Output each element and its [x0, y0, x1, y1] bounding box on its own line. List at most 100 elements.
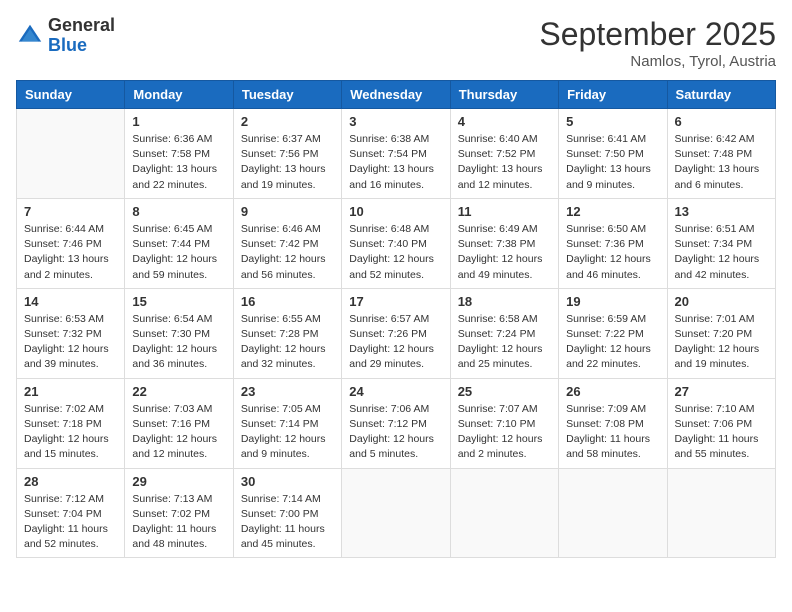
day-info-line: Sunrise: 6:55 AM: [241, 313, 321, 325]
day-info: Sunrise: 7:05 AMSunset: 7:14 PMDaylight:…: [241, 402, 334, 463]
day-info-line: Sunrise: 7:10 AM: [675, 403, 755, 415]
day-info-line: Daylight: 13 hours and 6 minutes.: [675, 163, 760, 190]
calendar-cell: 13Sunrise: 6:51 AMSunset: 7:34 PMDayligh…: [667, 198, 775, 288]
day-info-line: Sunrise: 6:44 AM: [24, 223, 104, 235]
day-info: Sunrise: 7:13 AMSunset: 7:02 PMDaylight:…: [132, 492, 225, 553]
calendar-cell: 2Sunrise: 6:37 AMSunset: 7:56 PMDaylight…: [233, 109, 341, 199]
day-info-line: Daylight: 12 hours and 22 minutes.: [566, 343, 651, 370]
day-info-line: Sunset: 7:36 PM: [566, 238, 644, 250]
title-block: September 2025 Namlos, Tyrol, Austria: [539, 16, 776, 70]
day-info-line: Sunset: 7:28 PM: [241, 328, 319, 340]
day-info: Sunrise: 6:59 AMSunset: 7:22 PMDaylight:…: [566, 312, 659, 373]
day-info-line: Daylight: 12 hours and 39 minutes.: [24, 343, 109, 370]
calendar-cell: 27Sunrise: 7:10 AMSunset: 7:06 PMDayligh…: [667, 378, 775, 468]
day-number: 20: [675, 294, 768, 309]
day-info-line: Daylight: 12 hours and 5 minutes.: [349, 433, 434, 460]
day-info-line: Daylight: 12 hours and 2 minutes.: [458, 433, 543, 460]
calendar-cell: 9Sunrise: 6:46 AMSunset: 7:42 PMDaylight…: [233, 198, 341, 288]
calendar-cell: 8 Sunrise: 6:45 AMSunset: 7:44 PMDaylight…: [125, 198, 233, 288]
day-info-line: Sunrise: 6:53 AM: [24, 313, 104, 325]
logo-text: General Blue: [48, 16, 115, 56]
day-info: Sunrise: 7:07 AMSunset: 7:10 PMDaylight:…: [458, 402, 551, 463]
day-number: 14: [24, 294, 117, 309]
day-info-line: Sunset: 7:20 PM: [675, 328, 753, 340]
day-info-line: Sunrise: 6:38 AM: [349, 133, 429, 145]
day-info-line: Sunrise: 6:49 AM: [458, 223, 538, 235]
column-header-tuesday: Tuesday: [233, 81, 341, 109]
day-info-line: Daylight: 13 hours and 12 minutes.: [458, 163, 543, 190]
calendar-week-row: 14Sunrise: 6:53 AMSunset: 7:32 PMDayligh…: [17, 288, 776, 378]
day-number: 28: [24, 474, 117, 489]
day-number: 25: [458, 384, 551, 399]
day-info-line: Sunrise: 6:45 AM: [132, 223, 212, 235]
day-info-line: Sunrise: 6:57 AM: [349, 313, 429, 325]
day-info-line: Daylight: 11 hours and 52 minutes.: [24, 523, 108, 550]
calendar-cell: [559, 468, 667, 558]
day-number: 4: [458, 114, 551, 129]
day-info-line: Sunrise: 7:06 AM: [349, 403, 429, 415]
calendar-cell: 29 Sunrise: 7:13 AMSunset: 7:02 PMDayligh…: [125, 468, 233, 558]
day-info-line: Sunrise: 7:07 AM: [458, 403, 538, 415]
day-number: 12: [566, 204, 659, 219]
day-info-line: Daylight: 12 hours and 15 minutes.: [24, 433, 109, 460]
calendar-cell: 5Sunrise: 6:41 AMSunset: 7:50 PMDaylight…: [559, 109, 667, 199]
day-info: Sunrise: 6:45 AMSunset: 7:44 PMDaylight:…: [132, 222, 225, 283]
day-info-line: Sunrise: 7:12 AM: [24, 493, 104, 505]
day-info-line: Daylight: 12 hours and 46 minutes.: [566, 253, 651, 280]
calendar-cell: 19Sunrise: 6:59 AMSunset: 7:22 PMDayligh…: [559, 288, 667, 378]
day-info: Sunrise: 6:46 AMSunset: 7:42 PMDaylight:…: [241, 222, 334, 283]
column-header-friday: Friday: [559, 81, 667, 109]
day-info-line: Sunset: 7:56 PM: [241, 148, 319, 160]
calendar-week-row: 21Sunrise: 7:02 AMSunset: 7:18 PMDayligh…: [17, 378, 776, 468]
day-number: 11: [458, 204, 551, 219]
column-header-wednesday: Wednesday: [342, 81, 450, 109]
day-info-line: Sunset: 7:40 PM: [349, 238, 427, 250]
location-text: Namlos, Tyrol, Austria: [539, 53, 776, 70]
day-info-line: Daylight: 12 hours and 59 minutes.: [132, 253, 217, 280]
day-number: 29: [132, 474, 225, 489]
day-info-line: Sunset: 7:18 PM: [24, 418, 102, 430]
day-info-line: Daylight: 12 hours and 49 minutes.: [458, 253, 543, 280]
day-info-line: Daylight: 12 hours and 56 minutes.: [241, 253, 326, 280]
day-info-line: Sunrise: 6:59 AM: [566, 313, 646, 325]
day-number: 10: [349, 204, 442, 219]
calendar-cell: 26Sunrise: 7:09 AMSunset: 7:08 PMDayligh…: [559, 378, 667, 468]
calendar-week-row: 1Sunrise: 6:36 AMSunset: 7:58 PMDaylight…: [17, 109, 776, 199]
day-info: Sunrise: 6:42 AMSunset: 7:48 PMDaylight:…: [675, 132, 768, 193]
day-info-line: Sunset: 7:08 PM: [566, 418, 644, 430]
day-info-line: Sunset: 7:04 PM: [24, 508, 102, 520]
column-header-monday: Monday: [125, 81, 233, 109]
column-header-sunday: Sunday: [17, 81, 125, 109]
day-info: Sunrise: 6:41 AMSunset: 7:50 PMDaylight:…: [566, 132, 659, 193]
day-info-line: Sunrise: 6:42 AM: [675, 133, 755, 145]
day-info-line: Daylight: 12 hours and 9 minutes.: [241, 433, 326, 460]
calendar-cell: 30Sunrise: 7:14 AMSunset: 7:00 PMDayligh…: [233, 468, 341, 558]
calendar-cell: 20Sunrise: 7:01 AMSunset: 7:20 PMDayligh…: [667, 288, 775, 378]
calendar-cell: 1Sunrise: 6:36 AMSunset: 7:58 PMDaylight…: [125, 109, 233, 199]
day-number: 15: [132, 294, 225, 309]
day-info: Sunrise: 7:06 AMSunset: 7:12 PMDaylight:…: [349, 402, 442, 463]
day-info-line: Sunset: 7:46 PM: [24, 238, 102, 250]
day-info-line: Sunrise: 6:46 AM: [241, 223, 321, 235]
day-info: Sunrise: 7:09 AMSunset: 7:08 PMDaylight:…: [566, 402, 659, 463]
day-info-line: Sunrise: 6:40 AM: [458, 133, 538, 145]
day-info-line: Sunrise: 6:48 AM: [349, 223, 429, 235]
day-number: 8: [132, 204, 225, 219]
calendar-cell: [667, 468, 775, 558]
day-number: 13: [675, 204, 768, 219]
day-info-line: Sunrise: 7:02 AM: [24, 403, 104, 415]
calendar-cell: [450, 468, 558, 558]
calendar-cell: 25 Sunrise: 7:07 AMSunset: 7:10 PMDayligh…: [450, 378, 558, 468]
day-info-line: Sunset: 7:16 PM: [132, 418, 210, 430]
day-number: 17: [349, 294, 442, 309]
day-info-line: Daylight: 12 hours and 19 minutes.: [675, 343, 760, 370]
calendar-cell: 4Sunrise: 6:40 AMSunset: 7:52 PMDaylight…: [450, 109, 558, 199]
page-header: General Blue September 2025 Namlos, Tyro…: [16, 16, 776, 70]
day-number: 27: [675, 384, 768, 399]
day-info-line: Sunset: 7:26 PM: [349, 328, 427, 340]
day-number: 1: [132, 114, 225, 129]
day-info-line: Sunrise: 6:41 AM: [566, 133, 646, 145]
calendar-cell: 18Sunrise: 6:58 AMSunset: 7:24 PMDayligh…: [450, 288, 558, 378]
calendar-cell: 28 Sunrise: 7:12 AM Sunset: 7:04 PM Dayligh…: [17, 468, 125, 558]
calendar-cell: 23Sunrise: 7:05 AMSunset: 7:14 PMDayligh…: [233, 378, 341, 468]
